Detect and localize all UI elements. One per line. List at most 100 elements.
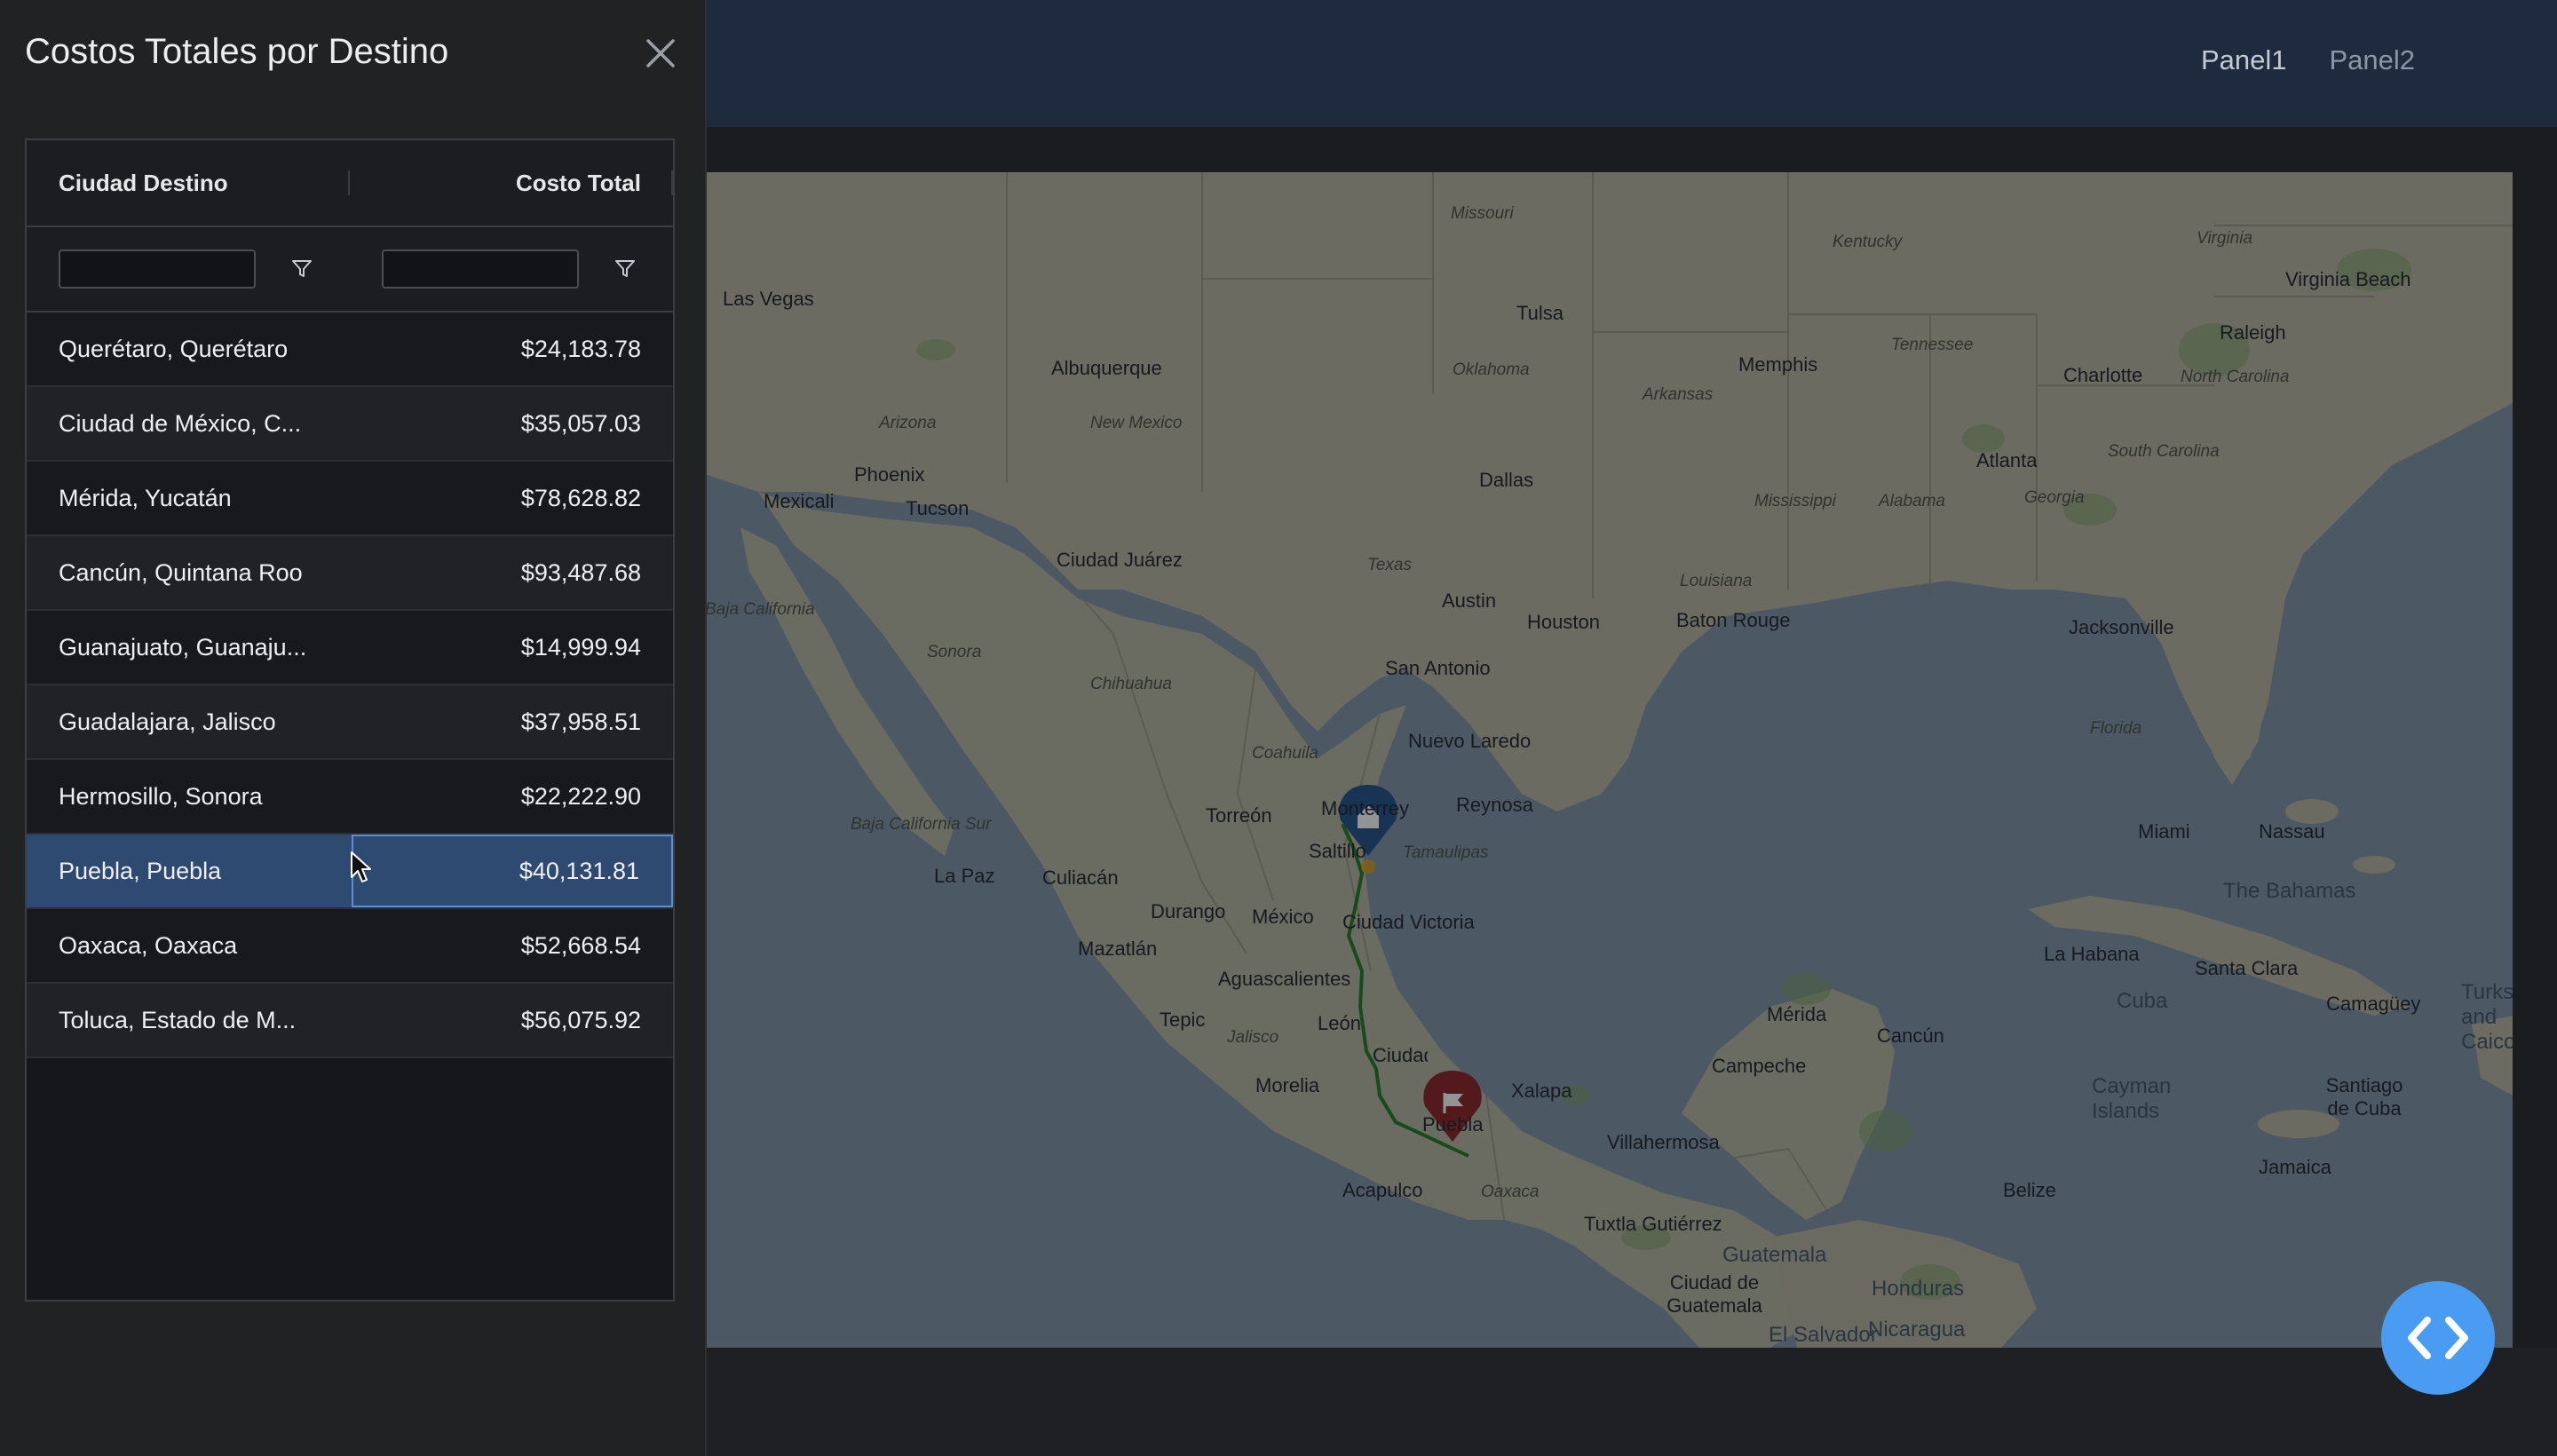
code-chevrons-icon — [2408, 1317, 2468, 1359]
map-label: Villahermosa — [1607, 1131, 1720, 1153]
map-label: Virginia — [2197, 229, 2253, 248]
city-cell: Querétaro, Querétaro — [59, 335, 289, 362]
map-label: Tucson — [906, 497, 970, 519]
map-label: La Habana — [2044, 943, 2140, 965]
map-label: Nassau — [2259, 820, 2325, 843]
map-label: Charlotte — [2063, 364, 2143, 386]
city-cell: Cancún, Quintana Roo — [59, 558, 303, 586]
bottom-strip — [705, 1348, 2557, 1456]
top-bar: Panel1 Panel2 — [705, 0, 2557, 128]
map-label: Guatemala — [1722, 1243, 1827, 1267]
map-label: Cancún — [1877, 1025, 1944, 1047]
map-label: Reynosa — [1456, 794, 1533, 816]
table-row[interactable]: Cancún, Quintana Roo $93,487.68 — [27, 536, 673, 611]
map-label: Oaxaca — [1481, 1183, 1540, 1201]
map-label: Raleigh — [2220, 321, 2286, 344]
map-label: Baja California Sur — [851, 815, 992, 834]
cost-cell: $24,183.78 — [520, 335, 641, 362]
map-label: Mazatlán — [1078, 938, 1158, 960]
map-label: León — [1318, 1012, 1361, 1034]
close-icon[interactable] — [643, 36, 678, 71]
map-label: Morelia — [1255, 1074, 1320, 1096]
map-label: Torreón — [1206, 804, 1272, 827]
city-filter-cell — [27, 249, 350, 289]
filter-icon[interactable] — [614, 258, 636, 280]
table-row[interactable]: Guadalajara, Jalisco $37,958.51 — [27, 685, 673, 760]
table-row[interactable]: Mérida, Yucatán $78,628.82 — [27, 462, 673, 536]
city-cell: Guadalajara, Jalisco — [59, 708, 276, 735]
map-label: Nicaragua — [1868, 1318, 1966, 1341]
table-row[interactable]: Hermosillo, Sonora $22,222.90 — [27, 760, 673, 835]
map-label: Honduras — [1872, 1277, 1965, 1301]
map-label: San Antonio — [1385, 657, 1491, 679]
city-cell: Guanajuato, Guanaju... — [59, 633, 307, 661]
map-container: Las Vegas Albuquerque Missouri Kentucky … — [705, 127, 2557, 1456]
map-label: Georgia — [2024, 488, 2085, 507]
map-label: New Mexico — [1090, 414, 1183, 432]
table-row[interactable]: Toluca, Estado de M... $56,075.92 — [27, 984, 673, 1058]
map-label: Kentucky — [1833, 233, 1903, 251]
map-label: Mexicali — [764, 490, 835, 512]
cost-cell: $52,668.54 — [520, 931, 641, 959]
map-label: Tuxtla Gutiérrez — [1584, 1213, 1722, 1235]
map-label: Austin — [1442, 590, 1497, 612]
map-label: La Paz — [934, 865, 995, 887]
filter-icon[interactable] — [291, 258, 313, 280]
table-row[interactable]: Querétaro, Querétaro $24,183.78 — [27, 313, 673, 387]
map-label: Sonora — [927, 643, 982, 661]
map-label: Tulsa — [1516, 302, 1563, 324]
map-label: Texas — [1367, 556, 1412, 574]
map-label: Houston — [1527, 611, 1600, 633]
map-label: Ciudad de México — [1373, 1044, 1428, 1066]
cost-cell: $22,222.90 — [520, 782, 641, 810]
map-label: Las Vegas — [723, 288, 814, 310]
map-label: Saltillo — [1309, 840, 1366, 862]
top-nav: Panel1 Panel2 — [2201, 44, 2415, 76]
code-toggle-button[interactable] — [2381, 1281, 2495, 1395]
map-label: Arizona — [879, 414, 937, 432]
map-label: Santiago de Cuba — [2325, 1074, 2403, 1120]
cost-cell-focused[interactable]: $40,131.81 — [352, 835, 673, 907]
map-label: Louisiana — [1680, 572, 1753, 590]
column-resize-handle[interactable] — [348, 170, 350, 195]
city-filter-input[interactable] — [59, 249, 256, 289]
map-label: Belize — [2003, 1179, 2056, 1201]
map-label: Dallas — [1479, 469, 1534, 491]
map-label: Mérida — [1767, 1003, 1827, 1025]
table-row[interactable]: Oaxaca, Oaxaca $52,668.54 — [27, 909, 673, 984]
cost-filter-input[interactable] — [382, 249, 579, 289]
cost-cell: $56,075.92 — [520, 1006, 641, 1033]
map-label: Aguascalientes — [1218, 968, 1351, 990]
city-cell: Puebla, Puebla — [59, 857, 222, 884]
map-label: Ciudad de Guatemala — [1666, 1271, 1762, 1317]
cost-cell: $14,999.94 — [520, 633, 641, 661]
map-label: Puebla — [1422, 1113, 1484, 1136]
map-label: Campeche — [1712, 1055, 1807, 1077]
map-label: Jacksonville — [2069, 616, 2174, 638]
column-resize-handle[interactable] — [671, 170, 673, 195]
cost-filter-cell — [350, 249, 673, 289]
map-label: Florida — [2090, 719, 2142, 738]
map-label: Jalisco — [1227, 1028, 1279, 1047]
column-header-city[interactable]: Ciudad Destino — [27, 170, 352, 197]
map-label: Coahuila — [1252, 744, 1318, 763]
map-label: Miami — [2138, 820, 2190, 843]
map-label: México — [1252, 906, 1314, 928]
map-label: Santa Clara — [2195, 957, 2299, 979]
column-header-cost[interactable]: Costo Total — [352, 170, 673, 197]
table-row[interactable]: Ciudad de México, C... $35,057.03 — [27, 387, 673, 462]
map-label: South Carolina — [2108, 442, 2220, 461]
map-label: Culiacán — [1042, 866, 1119, 889]
city-cell: Oaxaca, Oaxaca — [59, 931, 238, 959]
map-label: Chihuahua — [1090, 675, 1172, 693]
city-cell: Hermosillo, Sonora — [59, 782, 263, 810]
map-label: Albuquerque — [1051, 357, 1162, 379]
destinations-table: Ciudad Destino Costo Total Querétaro, Qu… — [25, 138, 675, 1302]
filter-row — [27, 227, 673, 313]
nav-panel2[interactable]: Panel2 — [2329, 44, 2415, 76]
map-base — [705, 172, 2513, 1348]
map-label: Missouri — [1451, 204, 1514, 223]
nav-panel1[interactable]: Panel1 — [2201, 44, 2287, 76]
table-row[interactable]: Guanajuato, Guanaju... $14,999.94 — [27, 611, 673, 685]
map[interactable]: Las Vegas Albuquerque Missouri Kentucky … — [705, 172, 2513, 1348]
